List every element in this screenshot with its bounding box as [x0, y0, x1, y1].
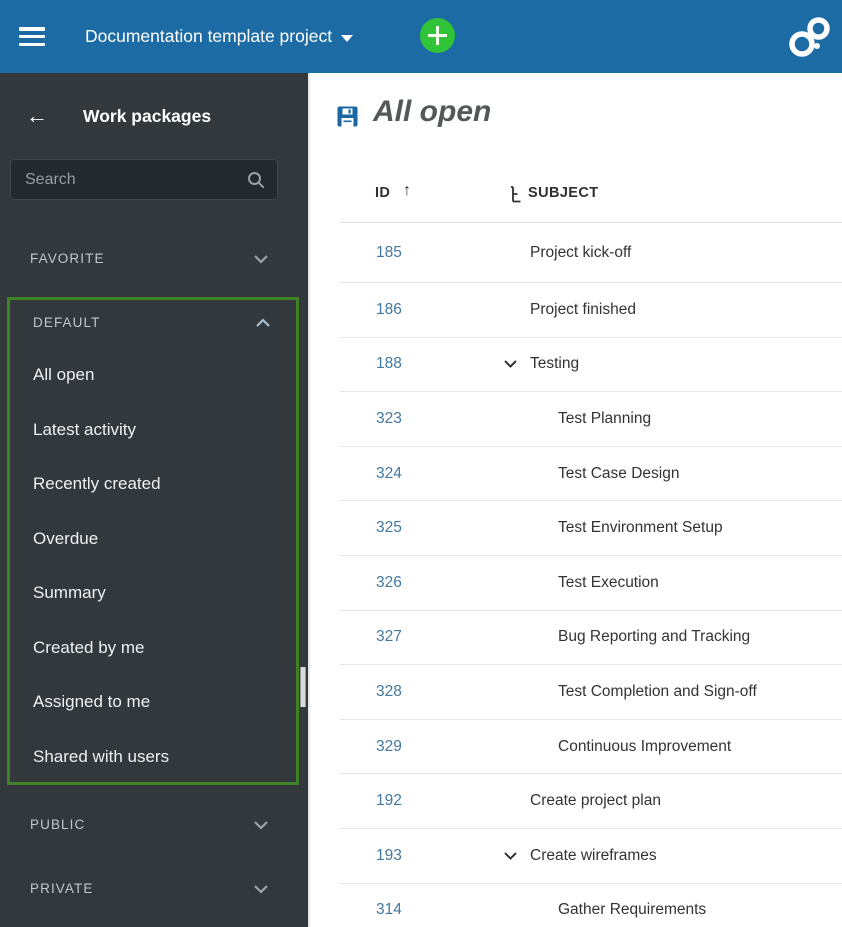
column-header-id[interactable]: ID [375, 185, 390, 201]
table-row[interactable]: 327 Bug Reporting and Tracking [340, 611, 842, 666]
work-package-subject[interactable]: Test Environment Setup [558, 519, 723, 537]
work-package-subject[interactable]: Continuous Improvement [558, 738, 731, 756]
work-package-subject[interactable]: Test Completion and Sign-off [558, 683, 757, 701]
work-package-subject[interactable]: Test Planning [558, 410, 651, 428]
sidebar: ← Work packages FAVORITE DEFAULT All ope… [0, 73, 310, 927]
sidebar-item-label: Created by me [33, 637, 145, 657]
search-box [10, 159, 278, 200]
work-package-id-link[interactable]: 326 [376, 574, 402, 592]
default-views-list: All open Latest activity Recently create… [10, 348, 296, 784]
sidebar-section-private[interactable]: PRIVATE [0, 874, 300, 904]
work-package-id-link[interactable]: 323 [376, 410, 402, 428]
chevron-up-icon [256, 318, 270, 327]
sidebar-section-favorite[interactable]: FAVORITE [0, 244, 300, 274]
sidebar-item-summary[interactable]: Summary [10, 566, 296, 621]
sidebar-title: Work packages [83, 106, 212, 126]
work-packages-table-area: All open ID ↑ SUBJECT 185 Project kick-o… [310, 73, 842, 927]
sidebar-item-label: Latest activity [33, 419, 136, 439]
work-package-id-link[interactable]: 324 [376, 465, 402, 483]
table-row[interactable]: 325 Test Environment Setup [340, 501, 842, 556]
table-row[interactable]: 192 Create project plan [340, 774, 842, 829]
work-package-subject[interactable]: Testing [530, 355, 579, 373]
table-row[interactable]: 188 Testing [340, 338, 842, 393]
section-label: FAVORITE [30, 251, 105, 266]
work-package-subject[interactable]: Bug Reporting and Tracking [558, 628, 750, 646]
table-row[interactable]: 323 Test Planning [340, 392, 842, 447]
table-row[interactable]: 185 Project kick-off [340, 223, 842, 283]
sidebar-item-overdue[interactable]: Overdue [10, 512, 296, 567]
table-row[interactable]: 193 Create wireframes [340, 829, 842, 884]
table-row[interactable]: 324 Test Case Design [340, 447, 842, 502]
chevron-down-icon [254, 255, 268, 264]
sidebar-item-label: Recently created [33, 474, 161, 494]
sidebar-item-recently-created[interactable]: Recently created [10, 457, 296, 512]
sidebar-item-latest-activity[interactable]: Latest activity [10, 403, 296, 458]
section-label: DEFAULT [33, 315, 101, 330]
table-row[interactable]: 329 Continuous Improvement [340, 720, 842, 775]
sidebar-section-public[interactable]: PUBLIC [0, 810, 300, 840]
project-selector[interactable]: Documentation template project [85, 0, 354, 73]
work-package-subject[interactable]: Test Execution [558, 574, 659, 592]
openproject-logo-icon[interactable] [787, 13, 833, 59]
top-navigation-bar: Documentation template project [0, 0, 842, 73]
work-package-id-link[interactable]: 314 [376, 901, 402, 919]
sidebar-item-shared-with-users[interactable]: Shared with users [10, 730, 296, 785]
work-package-subject[interactable]: Create wireframes [530, 847, 657, 865]
sidebar-item-label: Shared with users [33, 746, 170, 766]
collapse-chevron-icon[interactable] [503, 360, 518, 369]
sidebar-section-default[interactable]: DEFAULT [10, 308, 296, 338]
work-package-rows: 185 Project kick-off 186 Project finishe… [340, 222, 842, 927]
chevron-down-icon [254, 821, 268, 830]
search-icon [248, 172, 265, 189]
save-icon[interactable] [337, 106, 358, 127]
work-package-id-link[interactable]: 325 [376, 519, 402, 537]
work-package-id-link[interactable]: 327 [376, 628, 402, 646]
work-package-id-link[interactable]: 329 [376, 738, 402, 756]
quick-add-button[interactable] [420, 18, 455, 53]
sidebar-item-label: Summary [33, 583, 106, 603]
sidebar-item-all-open[interactable]: All open [10, 348, 296, 403]
annotation-highlight-box: DEFAULT All open Latest activity Recentl… [7, 297, 299, 785]
back-arrow-icon[interactable]: ← [26, 103, 48, 129]
sidebar-item-created-by-me[interactable]: Created by me [10, 621, 296, 676]
column-header-subject[interactable]: SUBJECT [528, 185, 598, 201]
section-label: PUBLIC [30, 817, 86, 832]
table-row[interactable]: 314 Gather Requirements [340, 884, 842, 927]
sidebar-item-label: Overdue [33, 528, 99, 548]
sidebar-scrollbar-thumb[interactable] [300, 667, 306, 707]
sidebar-item-assigned-to-me[interactable]: Assigned to me [10, 675, 296, 730]
collapse-chevron-icon[interactable] [503, 851, 518, 860]
project-title: Documentation template project [85, 26, 333, 46]
work-package-id-link[interactable]: 193 [376, 847, 402, 865]
table-row[interactable]: 326 Test Execution [340, 556, 842, 611]
table-row[interactable]: 186 Project finished [340, 283, 842, 338]
work-package-subject[interactable]: Project finished [530, 301, 636, 319]
menu-toggle-icon[interactable] [19, 27, 45, 46]
sort-ascending-icon[interactable]: ↑ [403, 182, 411, 200]
section-label: PRIVATE [30, 881, 94, 896]
work-package-id-link[interactable]: 328 [376, 683, 402, 701]
chevron-down-icon [341, 34, 354, 42]
work-package-subject[interactable]: Create project plan [530, 792, 661, 810]
sidebar-item-label: Assigned to me [33, 692, 151, 712]
chevron-down-icon [254, 885, 268, 894]
work-package-id-link[interactable]: 192 [376, 792, 402, 810]
work-package-id-link[interactable]: 185 [376, 244, 402, 262]
table-row[interactable]: 328 Test Completion and Sign-off [340, 665, 842, 720]
work-package-subject[interactable]: Test Case Design [558, 465, 679, 483]
search-input[interactable] [11, 160, 277, 199]
work-package-id-link[interactable]: 186 [376, 301, 402, 319]
hierarchy-icon[interactable] [510, 186, 524, 203]
sidebar-item-label: All open [33, 365, 95, 385]
work-package-subject[interactable]: Project kick-off [530, 244, 631, 262]
work-package-id-link[interactable]: 188 [376, 355, 402, 373]
work-package-subject[interactable]: Gather Requirements [558, 901, 706, 919]
page-title: All open [373, 95, 492, 128]
